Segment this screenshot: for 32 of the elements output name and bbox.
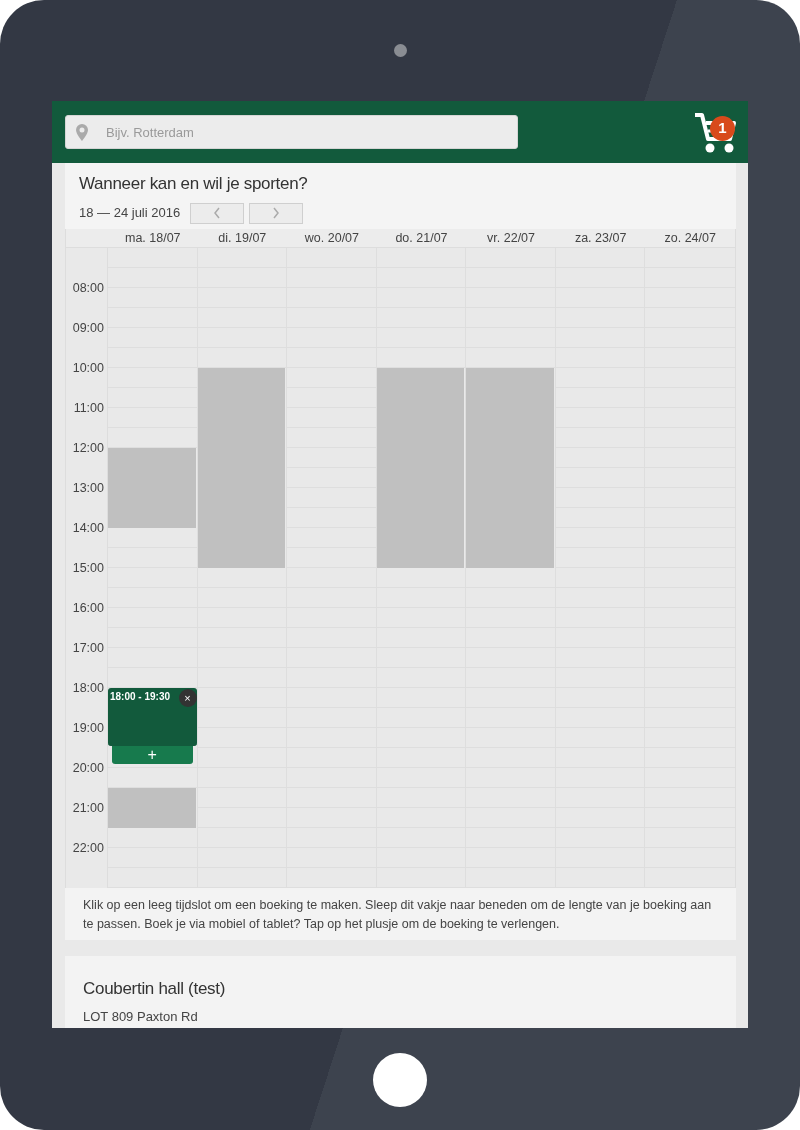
hour-label: 22:00 [72,840,104,855]
venue-name: Coubertin hall (test) [83,977,227,1000]
hour-label: 11:00 [73,400,104,415]
hour-label: 18:00 [72,680,104,695]
booking-time: 18:00 - 19:30 [110,690,171,702]
hour-label: 16:00 [72,600,104,615]
instruction-text: Klik op een leeg tijdslot om een boeking te maken. Sleep dit vakje naar beneden om de lengte van je boeking aan te passen. Boek je via mobiel of tablet? Tap op het plusje om de boeking te verlengen. [65,887,736,940]
date-range: 18 — 24 juli 2016 [79,204,181,223]
hour-label: 17:00 [72,640,104,655]
hour-label: 08:00 [72,280,104,295]
location-pin-icon [76,124,88,141]
hour-label: 15:00 [72,560,104,575]
venue-address: LOT 809 Paxton Rd [83,1008,199,1026]
camera-icon [393,44,407,57]
hour-label: 14:00 [72,520,104,535]
next-week-button[interactable] [249,202,304,224]
search-field[interactable]: Bijv. Rotterdam [65,115,518,149]
hour-label: 12:00 [72,440,104,455]
cart-count-badge: 1 [710,116,735,141]
previous-week-button[interactable] [190,202,245,224]
hour-label: 21:00 [72,800,104,815]
booked-slot[interactable]: 18:00 - 19:30 × [108,687,197,708]
hour-label: 13:00 [72,480,104,495]
hour-label: 20:00 [72,760,104,775]
planner-title: Wanneer kan en wil je sporten? [79,173,309,195]
hour-label: 10:00 [72,360,104,375]
close-button[interactable]: × [178,688,197,707]
hour-label: 19:00 [72,720,104,735]
home-button[interactable] [373,1053,427,1107]
chevron-right-icon [272,207,281,219]
chevron-left-icon [213,207,222,219]
hour-label: 09:00 [72,320,104,335]
